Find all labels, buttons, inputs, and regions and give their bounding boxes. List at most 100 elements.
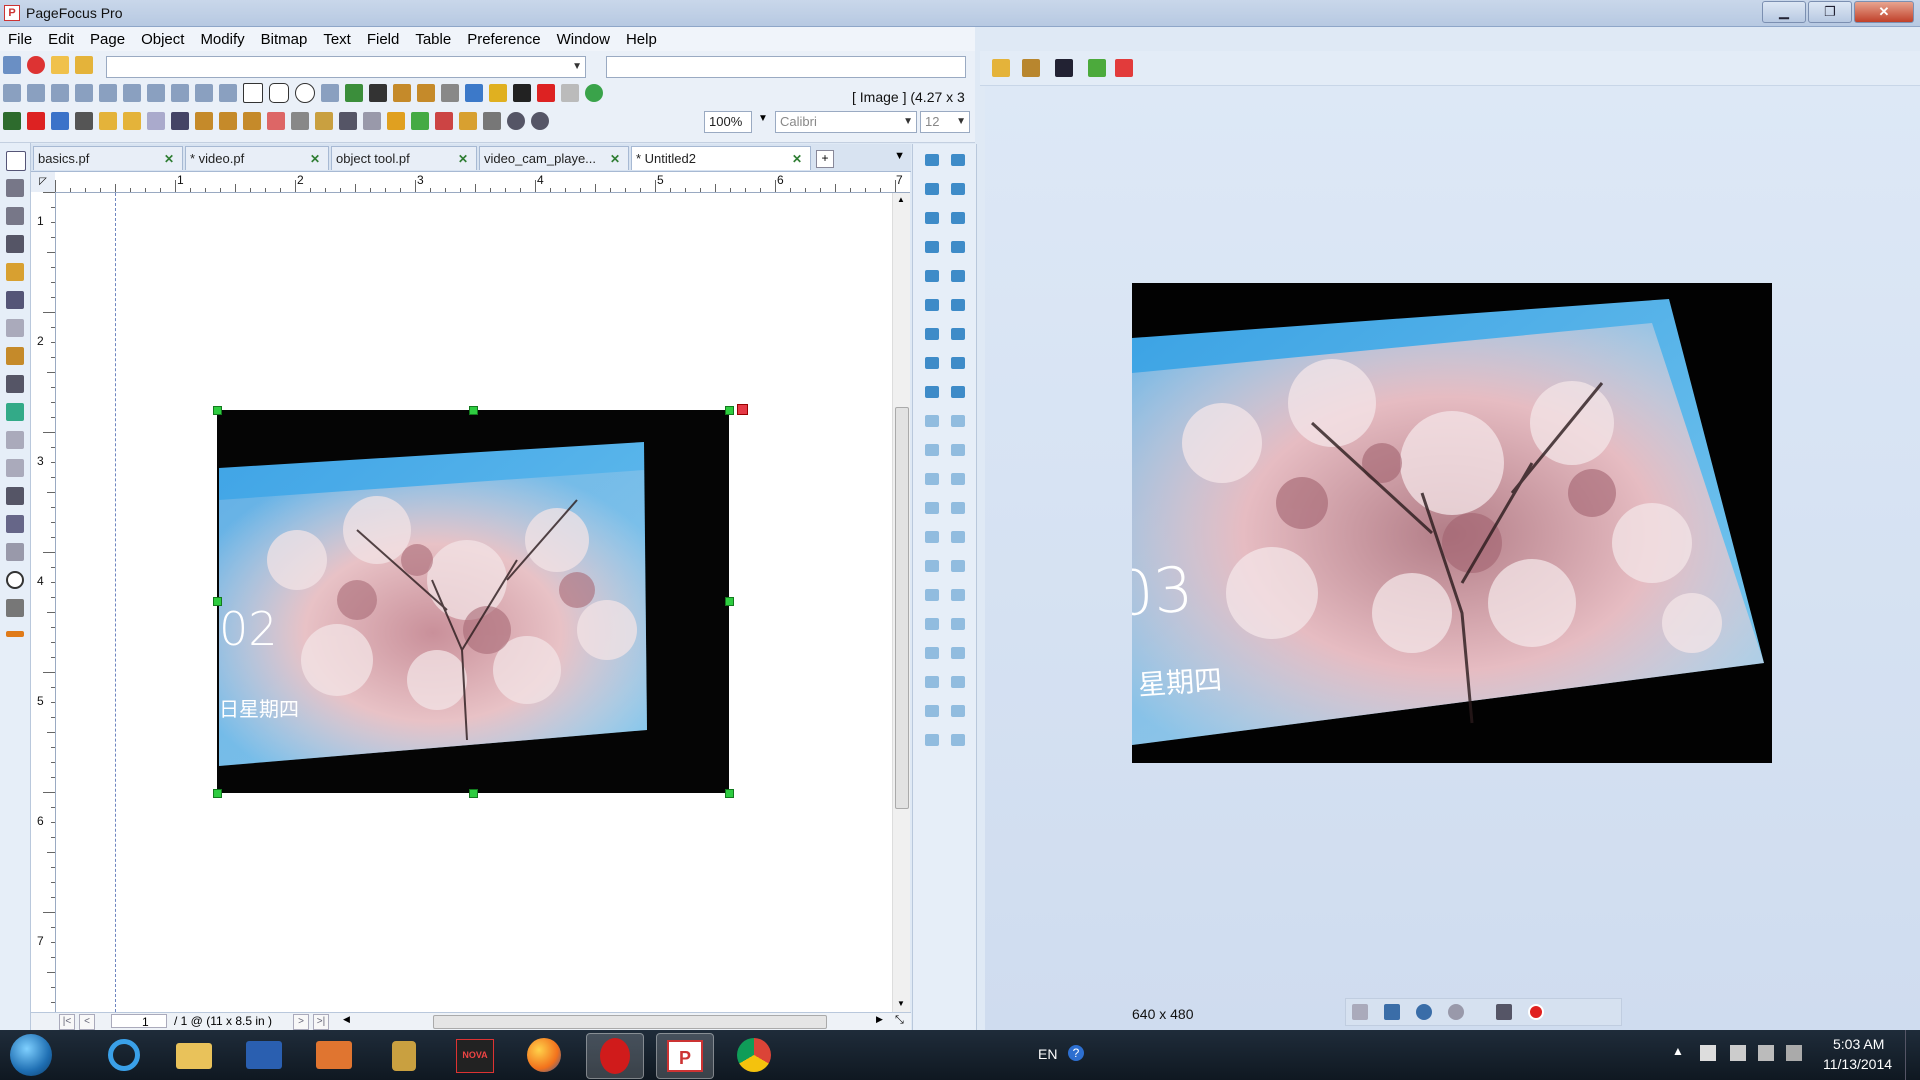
close-tab-icon[interactable]: ✕ xyxy=(310,153,322,165)
menu-text[interactable]: Text xyxy=(315,31,359,48)
close-tab-icon[interactable]: ✕ xyxy=(610,153,622,165)
opera-icon[interactable] xyxy=(586,1033,644,1079)
undo-icon[interactable] xyxy=(339,112,357,130)
network-icon[interactable] xyxy=(1758,1045,1774,1061)
flag-icon[interactable] xyxy=(1700,1045,1716,1061)
file-explorer-icon[interactable] xyxy=(166,1033,222,1077)
zoom-out-icon[interactable] xyxy=(531,112,549,130)
volume-muted-icon[interactable] xyxy=(1786,1045,1802,1061)
menu-edit[interactable]: Edit xyxy=(40,31,82,48)
shadow-icon[interactable] xyxy=(561,84,579,102)
grid-icon[interactable] xyxy=(3,56,21,74)
page-setup-icon[interactable] xyxy=(123,112,141,130)
copy-icon[interactable] xyxy=(291,112,309,130)
help-icon[interactable]: ? xyxy=(1068,1045,1084,1061)
group-icon[interactable] xyxy=(6,459,24,477)
play-icon[interactable] xyxy=(387,112,405,130)
curve-tool-icon[interactable] xyxy=(99,84,117,102)
rectangle-tool-icon[interactable] xyxy=(243,83,263,103)
new-file-icon[interactable] xyxy=(51,56,69,74)
menu-file[interactable]: File xyxy=(0,31,40,48)
spell-check-icon[interactable] xyxy=(435,112,453,130)
layers-icon[interactable] xyxy=(6,319,24,337)
close-tab-icon[interactable]: ✕ xyxy=(164,153,176,165)
tools-icon[interactable] xyxy=(1055,59,1073,77)
first-page-button[interactable]: |< xyxy=(59,1014,75,1030)
shape-tool-icon[interactable] xyxy=(6,263,24,281)
maximize-button[interactable]: ❐ xyxy=(1808,1,1852,23)
menu-field[interactable]: Field xyxy=(359,31,408,48)
fullscreen-icon[interactable] xyxy=(1384,1004,1400,1020)
open-folder-icon[interactable] xyxy=(75,56,93,74)
window-icon[interactable] xyxy=(1088,59,1106,77)
print-icon[interactable] xyxy=(75,112,93,130)
horizontal-scroll-thumb[interactable] xyxy=(433,1015,827,1029)
scroll-thumb[interactable] xyxy=(895,407,909,809)
resize-handle[interactable] xyxy=(213,597,222,606)
font-size-select[interactable]: 12 ▼ xyxy=(920,111,970,133)
resize-handle[interactable] xyxy=(469,789,478,798)
fill-color-icon[interactable] xyxy=(465,84,483,102)
zoom-input[interactable]: 100% xyxy=(704,111,752,133)
redo-icon[interactable] xyxy=(363,112,381,130)
align-lines-icon[interactable] xyxy=(6,487,24,505)
list-icon[interactable] xyxy=(6,291,24,309)
clock-icon[interactable] xyxy=(6,571,24,589)
resize-handle[interactable] xyxy=(725,406,734,415)
path-combo[interactable]: ▼ xyxy=(106,56,586,78)
last-page-button[interactable]: >| xyxy=(313,1014,329,1030)
zoom-in-icon[interactable] xyxy=(1416,1004,1432,1020)
zoom-out-icon[interactable] xyxy=(1448,1004,1464,1020)
device-icon[interactable] xyxy=(1730,1045,1746,1061)
scroll-right-icon[interactable]: ▶ xyxy=(876,1014,883,1025)
security-lock-icon[interactable] xyxy=(376,1033,432,1077)
delete-object-icon[interactable] xyxy=(737,404,748,415)
connector-tool-icon[interactable] xyxy=(51,84,69,102)
prev-page-button[interactable]: < xyxy=(79,1014,95,1030)
text-color-icon[interactable] xyxy=(537,84,555,102)
html-icon[interactable] xyxy=(51,112,69,130)
color-wheel-icon[interactable] xyxy=(585,84,603,102)
menu-object[interactable]: Object xyxy=(133,31,192,48)
minimize-button[interactable]: ▁ xyxy=(1762,1,1806,23)
close-file-icon[interactable] xyxy=(1022,59,1040,77)
ruler-corner[interactable]: ◸ xyxy=(31,172,56,193)
chrome-icon[interactable] xyxy=(726,1033,782,1077)
text-tool-icon[interactable] xyxy=(6,235,24,253)
connector-icon[interactable] xyxy=(483,112,501,130)
open-folder-icon[interactable] xyxy=(992,59,1010,77)
rounded-rect-tool-icon[interactable] xyxy=(269,83,289,103)
select-arrow-icon[interactable] xyxy=(6,151,26,171)
prev-page-icon[interactable] xyxy=(147,112,165,130)
tab-untitled2[interactable]: * Untitled2 ✕ xyxy=(631,146,811,170)
image-tool-icon[interactable] xyxy=(345,84,363,102)
fit-icon[interactable] xyxy=(1352,1004,1368,1020)
resize-handle[interactable] xyxy=(725,789,734,798)
close-panel-icon[interactable] xyxy=(1115,59,1133,77)
firefox-icon[interactable] xyxy=(516,1033,572,1077)
menu-help[interactable]: Help xyxy=(618,31,665,48)
menu-table[interactable]: Table xyxy=(407,31,459,48)
start-button[interactable] xyxy=(10,1034,52,1076)
show-desktop-button[interactable] xyxy=(1905,1030,1920,1080)
lock-icon[interactable] xyxy=(6,347,24,365)
tab-video[interactable]: * video.pf ✕ xyxy=(185,146,329,170)
todo-app-icon[interactable] xyxy=(236,1033,292,1077)
arrange-icons[interactable] xyxy=(913,144,976,1030)
menu-modify[interactable]: Modify xyxy=(192,31,252,48)
nova-transact-icon[interactable]: NOVA xyxy=(446,1033,502,1077)
camera-snapshot-icon[interactable] xyxy=(1496,1004,1512,1020)
text-tool-icon[interactable] xyxy=(369,84,387,102)
paste-icon[interactable] xyxy=(315,112,333,130)
next-page-icon[interactable] xyxy=(171,112,189,130)
field-tool-icon[interactable] xyxy=(393,84,411,102)
table-tool-icon[interactable] xyxy=(321,84,339,102)
last-page-icon[interactable] xyxy=(243,112,261,130)
close-tab-icon[interactable]: ✕ xyxy=(458,153,470,165)
windows-media-icon[interactable] xyxy=(306,1033,362,1077)
transform-icon[interactable] xyxy=(6,431,24,449)
menu-bitmap[interactable]: Bitmap xyxy=(253,31,316,48)
image-edit-icon[interactable] xyxy=(6,403,24,421)
scroll-down-icon[interactable]: ▼ xyxy=(897,999,905,1008)
pen-icon[interactable] xyxy=(411,112,429,130)
